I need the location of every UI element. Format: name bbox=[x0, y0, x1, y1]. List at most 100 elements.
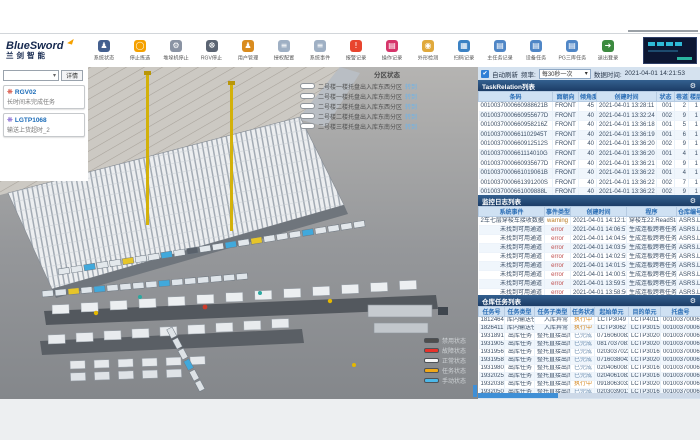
viewport-scrollbar[interactable] bbox=[473, 385, 477, 397]
system-status-icon[interactable]: ♟ 系统状态 bbox=[86, 40, 122, 62]
legend-swatch bbox=[424, 348, 439, 353]
logout-icon[interactable]: ➜ 退出登录 bbox=[590, 40, 626, 62]
toolbar-icon: ☸ bbox=[206, 40, 218, 52]
table-row[interactable]: 1931958出库任务整托直接出库已完成0716038042LCTP302000… bbox=[479, 357, 700, 365]
table-row[interactable]: 1932038出库任务整托直接出库执行中0918063032LCTP302000… bbox=[479, 381, 700, 389]
column-header: 楼层 bbox=[689, 92, 700, 102]
rgv-stop-icon[interactable]: ☸ RGV停止 bbox=[194, 40, 230, 62]
operation-log-icon[interactable]: ▤ 操作记录 bbox=[374, 40, 410, 62]
window-chrome-line bbox=[628, 30, 698, 32]
alert-device-id: LGTP1068 bbox=[15, 117, 47, 124]
table-row[interactable]: 0010037000661102945TFRONT402021-04-01 13… bbox=[479, 130, 700, 140]
license-config-icon[interactable]: ≡ 授权配置 bbox=[266, 40, 302, 62]
chevron-down-icon: ▾ bbox=[53, 72, 56, 79]
table-row[interactable]: 0010037000661391200SFRONT402021-04-01 13… bbox=[479, 178, 700, 188]
zone-checkbox[interactable] bbox=[300, 113, 315, 119]
alarm-log-icon[interactable]: ! 报警记录 bbox=[338, 40, 374, 62]
table-row[interactable]: 0010037000660935677DFRONT402021-04-01 13… bbox=[479, 159, 700, 169]
toolbar-icon: ≡ bbox=[278, 40, 290, 52]
table-row[interactable]: 未找到可用通道error2021-04-01 14:02:55生成连板跨巷任务请… bbox=[479, 253, 700, 262]
warehouse-task-header: 仓库任务列表 ⚙ bbox=[478, 295, 700, 306]
table-row[interactable]: 1931956出库任务整托直接出库已完成0203037022LCTP301600… bbox=[479, 349, 700, 357]
brand-logo: BlueSword 兰剑智能 bbox=[6, 41, 86, 60]
scrollbar-thumb[interactable] bbox=[478, 393, 558, 398]
table-row[interactable]: 未找到可用通道error2021-04-01 14:06:57生成连板跨巷任务请… bbox=[479, 226, 700, 235]
table-row[interactable]: 1931905出库任务整托直接出库已完成0817037081LCTP302000… bbox=[479, 341, 700, 349]
toolbar-buttons: ♟ 系统状态 ◯ 停止拣选 ⚙ 堆垛机停止 ☸ RGV停止 bbox=[86, 40, 626, 62]
gear-icon[interactable]: ⚙ bbox=[690, 197, 696, 205]
table-row[interactable]: 1932025出库任务整托直接出库已完成0204061082LCTP301600… bbox=[479, 373, 700, 381]
alert-message: 输送上货超时_2 bbox=[7, 125, 81, 134]
table-row[interactable]: 2车七层穿梭车接收数据未满足长度warning2021-04-01 14:12:… bbox=[479, 217, 700, 226]
table-row[interactable]: 0010037000660955677DFRONT402021-04-01 13… bbox=[479, 111, 700, 121]
table-row[interactable]: 1812464库内输送任务入库异常执行中LCTP3049LCTP40110010… bbox=[479, 317, 700, 325]
device-task-icon[interactable]: ▤ 设备任务 bbox=[518, 40, 554, 62]
column-header: 面朝向 bbox=[553, 92, 579, 102]
zone-checkbox[interactable] bbox=[300, 103, 315, 109]
table-row[interactable]: 未找到可用通道error2021-04-01 14:03:56生成连板跨巷任务请… bbox=[479, 244, 700, 253]
stop-picking-icon[interactable]: ◯ 停止拣选 bbox=[122, 40, 158, 62]
zone-goto-link[interactable]: 转到 bbox=[405, 82, 417, 91]
scan-log-icon[interactable]: ▦ 扫码记录 bbox=[446, 40, 482, 62]
zone-goto-link[interactable]: 转到 bbox=[405, 122, 417, 131]
table-row[interactable]: 0010037000661019061BFRONT402021-04-01 13… bbox=[479, 169, 700, 179]
table-row[interactable]: 0010037000660958216ZFRONT402021-04-01 13… bbox=[479, 121, 700, 131]
legend-item: 正常状态 bbox=[424, 355, 466, 365]
toolbar-icon: ➜ bbox=[602, 40, 614, 52]
table-horizontal-scrollbar[interactable] bbox=[478, 393, 700, 398]
table-row[interactable]: 未找到可用通道error2021-04-01 14:04:56生成连板跨巷任务请… bbox=[479, 235, 700, 244]
table-row[interactable]: 未找到可用通道error2021-04-01 14:00:52生成连板跨巷任务请… bbox=[479, 271, 700, 280]
alert-message: 长时间未完成任务 bbox=[7, 97, 81, 106]
table-row[interactable]: 0010037000660912512SFRONT402021-04-01 13… bbox=[479, 140, 700, 150]
legend-swatch bbox=[424, 358, 439, 363]
gear-icon[interactable]: ⚙ bbox=[690, 297, 696, 305]
table-row[interactable]: 1931980出库任务整托直接出库已完成0204060081LCTP301600… bbox=[479, 365, 700, 373]
refresh-rate-select[interactable]: 每30秒一次▾ bbox=[539, 69, 591, 79]
alert-card[interactable]: ❋LGTP1068 输送上货超时_2 bbox=[3, 113, 85, 137]
zone-status-panel: 分区状态 二号楼一楼托盘出入库东西分区 转到 二号楼一楼托盘出入库东南分区 转到 bbox=[300, 69, 474, 131]
zone-checkbox[interactable] bbox=[300, 93, 315, 99]
toolbar-icon: ▤ bbox=[386, 40, 398, 52]
toolbar-item-label: 系统事件 bbox=[310, 53, 330, 61]
zone-goto-link[interactable]: 转到 bbox=[405, 112, 417, 121]
zone-checkbox[interactable] bbox=[300, 83, 315, 89]
toolbar-item-label: 操作记录 bbox=[382, 53, 402, 61]
toolbar-icon: ≡ bbox=[314, 40, 326, 52]
zone-toggle-row: 二号楼一楼托盘出入库东南分区 转到 bbox=[300, 91, 474, 101]
system-events-icon[interactable]: ≡ 系统事件 bbox=[302, 40, 338, 62]
column-header: 仓库编号 bbox=[677, 207, 700, 217]
stacker-stop-icon[interactable]: ⚙ 堆垛机停止 bbox=[158, 40, 194, 62]
zone-goto-link[interactable]: 转到 bbox=[405, 102, 417, 111]
table-row[interactable]: 1931891出库任务整托直接出库已完成0716060082LCTP302000… bbox=[479, 333, 700, 341]
auto-refresh-checkbox[interactable]: ✔ bbox=[481, 70, 489, 78]
zone-checkbox[interactable] bbox=[300, 123, 315, 129]
pg-task-icon[interactable]: ▤ PG三库任务 bbox=[554, 40, 590, 62]
user-management-icon[interactable]: ♟ 用户管理 bbox=[230, 40, 266, 62]
table-row[interactable]: 1826411库内输送任务入库异常执行中LCTP3062LCTP30150010… bbox=[479, 325, 700, 333]
main-task-log-icon[interactable]: ▤ 主任务记录 bbox=[482, 40, 518, 62]
table-row[interactable]: 0010037000660988621BFRONT452021-04-01 13… bbox=[479, 102, 700, 112]
gear-icon[interactable]: ⚙ bbox=[690, 82, 696, 90]
legend-item: 任务状态 bbox=[424, 365, 466, 375]
column-header: 条码 bbox=[479, 92, 553, 102]
table-row[interactable]: 0010037000661114010GFRONT402021-04-01 13… bbox=[479, 149, 700, 159]
device-filter-select[interactable]: ▾ bbox=[3, 70, 59, 81]
toolbar-item-label: 扫码记录 bbox=[454, 53, 474, 61]
profile-check-icon[interactable]: ◉ 外形检测 bbox=[410, 40, 446, 62]
table-row[interactable]: 未找到可用通道error2021-04-01 14:01:54生成连板跨巷任务请… bbox=[479, 262, 700, 271]
status-mini-monitor[interactable] bbox=[643, 37, 697, 64]
warehouse-3d-viewport[interactable]: ▾ 详情 ❋RGV02 长时间未完成任务 ❋LGTP1068 输送上货超时_2 bbox=[0, 67, 478, 400]
zone-label: 二号楼一楼托盘出入库东西分区 bbox=[318, 82, 402, 91]
table-row[interactable]: 0010037000661009888LFRONT402021-04-01 13… bbox=[479, 188, 700, 195]
data-time-value: 2021-04-01 14:21:53 bbox=[625, 70, 685, 77]
legend-label: 任务状态 bbox=[442, 366, 466, 375]
legend-swatch bbox=[424, 368, 439, 373]
warehouse-task-table: 任务号任务类型任务子类型任务状态起始单元目的单元托盘号 1812464库内输送任… bbox=[478, 306, 700, 393]
zone-goto-link[interactable]: 转到 bbox=[405, 92, 417, 101]
alert-card[interactable]: ❋RGV02 长时间未完成任务 bbox=[3, 85, 85, 109]
zone-toggle-row: 二号楼二楼托盘出入库东南分区 转到 bbox=[300, 111, 474, 121]
legend-label: 禁用状态 bbox=[442, 336, 466, 345]
table-row[interactable]: 未找到可用通道error2021-04-01 13:59:51生成连板跨巷任务请… bbox=[479, 280, 700, 289]
detail-button[interactable]: 详情 bbox=[61, 70, 83, 81]
toolbar-icon: ♟ bbox=[242, 40, 254, 52]
